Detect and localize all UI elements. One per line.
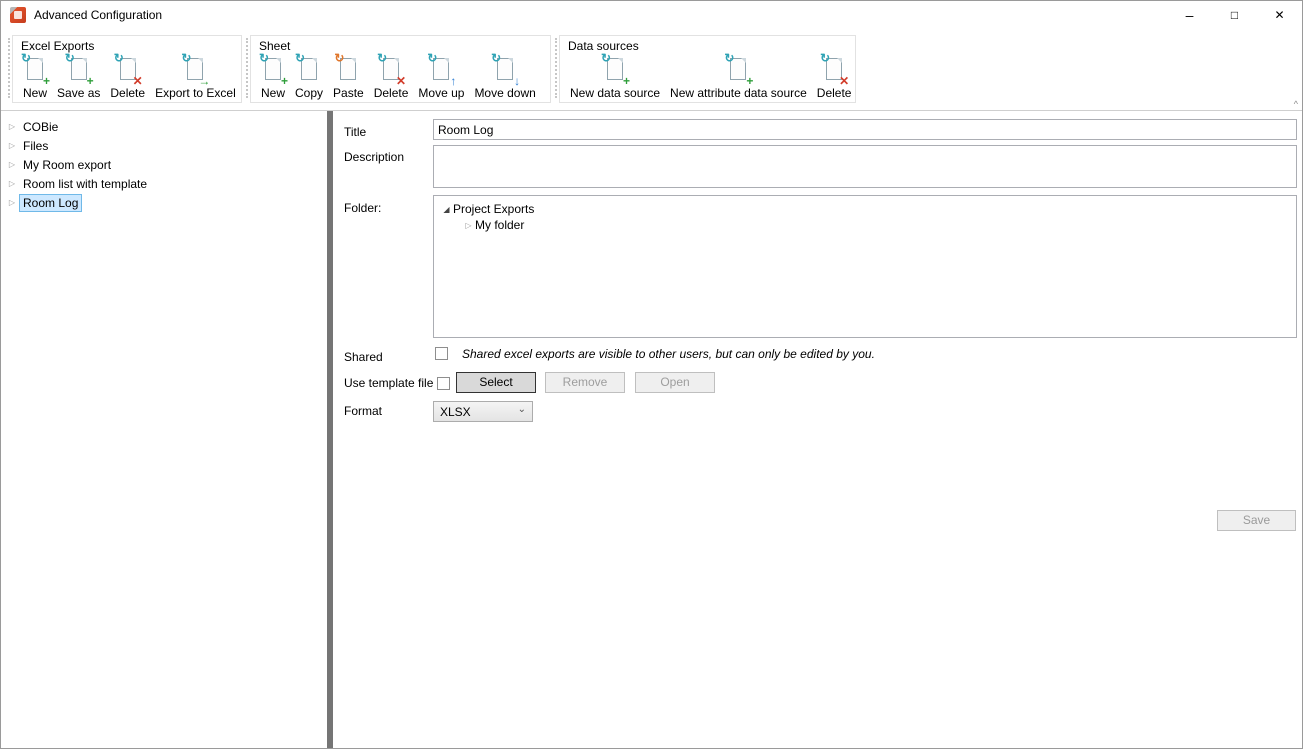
sheet-move-up-button[interactable]: ↻↑ Move up (413, 55, 469, 102)
excel-new-button[interactable]: ↻+ New (18, 55, 52, 102)
format-value: XLSX (440, 405, 471, 419)
expand-arrow-icon[interactable]: ▷ (5, 160, 19, 169)
title-bar: Advanced Configuration (0, 0, 1303, 30)
excel-save-as-button[interactable]: ↻+ Save as (52, 55, 105, 102)
excel-delete-button[interactable]: ↻✕ Delete (105, 55, 150, 102)
title-label: Title (344, 125, 366, 139)
paste-icon: ↻ (336, 57, 360, 83)
expand-arrow-icon[interactable]: ▷ (5, 122, 19, 131)
minimize-button[interactable]: – (1167, 0, 1212, 30)
expand-arrow-icon[interactable]: ▷ (5, 141, 19, 150)
delete-data-source-icon: ↻✕ (822, 57, 846, 83)
new-sheet-icon: ↻+ (261, 57, 285, 83)
description-label: Description (344, 150, 404, 164)
expand-arrow-icon[interactable]: ▷ (5, 179, 19, 188)
panel-splitter[interactable] (327, 111, 333, 749)
collapse-arrow-icon[interactable]: ◢ (440, 205, 453, 214)
new-data-source-button[interactable]: ↻+ New data source (565, 55, 665, 102)
sheet-delete-button[interactable]: ↻✕ Delete (369, 55, 414, 102)
toolbar-grip[interactable] (555, 38, 557, 98)
export-tree-panel: ▷ COBie ▷ Files ▷ My Room export ▷ Room … (0, 111, 327, 749)
save-as-icon: ↻+ (67, 57, 91, 83)
close-button[interactable]: ✕ (1257, 0, 1302, 30)
export-to-excel-button[interactable]: ↻→ Export to Excel (150, 55, 241, 102)
folder-tree: ◢ Project Exports ▷ My folder (433, 195, 1297, 338)
chevron-down-icon: ⌄ (518, 405, 526, 415)
toolbar-grip[interactable] (8, 38, 10, 98)
sheet-move-down-button[interactable]: ↻↓ Move down (469, 55, 540, 102)
tree-item-room-log[interactable]: ▷ Room Log (0, 193, 327, 212)
use-template-file-checkbox[interactable] (437, 377, 450, 390)
shared-hint-text: Shared excel exports are visible to othe… (462, 347, 875, 361)
app-icon (10, 7, 26, 23)
move-down-icon: ↻↓ (493, 57, 517, 83)
delete-data-source-button[interactable]: ↻✕ Delete (812, 55, 857, 102)
close-icon: ✕ (1274, 8, 1284, 22)
description-input[interactable] (433, 145, 1297, 188)
folder-node-my-folder[interactable]: ▷ My folder (462, 217, 524, 233)
sheet-new-button[interactable]: ↻+ New (256, 55, 290, 102)
expand-arrow-icon[interactable]: ▷ (462, 221, 475, 230)
save-button[interactable]: Save (1217, 510, 1296, 531)
toolbar-group-data-sources: Data sources ↻+ New data source ↻+ New a… (559, 35, 856, 103)
copy-icon: ↻ (297, 57, 321, 83)
new-data-source-icon: ↻+ (603, 57, 627, 83)
sheet-paste-button[interactable]: ↻ Paste (328, 55, 369, 102)
delete-sheet-icon: ↻✕ (379, 57, 403, 83)
new-document-icon: ↻+ (23, 57, 47, 83)
shared-label: Shared (344, 350, 383, 364)
new-attribute-data-source-icon: ↻+ (726, 57, 750, 83)
delete-document-icon: ↻✕ (116, 57, 140, 83)
toolbar-ribbon: Excel Exports ↻+ New ↻+ Save as ↻✕ Delet… (0, 30, 1303, 111)
format-dropdown[interactable]: XLSX ⌄ (433, 401, 533, 422)
ribbon-collapse-chevron[interactable]: ^ (1294, 99, 1298, 109)
maximize-icon: □ (1231, 8, 1238, 22)
maximize-button[interactable]: □ (1212, 0, 1257, 30)
minimize-icon: – (1186, 7, 1194, 23)
tree-item-files[interactable]: ▷ Files (0, 136, 327, 155)
toolbar-grip[interactable] (246, 38, 248, 98)
window-title: Advanced Configuration (34, 8, 162, 22)
tree-item-cobie[interactable]: ▷ COBie (0, 117, 327, 136)
select-template-button[interactable]: Select (456, 372, 536, 393)
folder-label: Folder: (344, 201, 381, 215)
use-template-file-label: Use template file (344, 376, 433, 390)
new-attribute-data-source-button[interactable]: ↻+ New attribute data source (665, 55, 812, 102)
shared-checkbox[interactable] (435, 347, 448, 360)
group-label: Excel Exports (21, 39, 236, 53)
open-template-button[interactable]: Open (635, 372, 715, 393)
expand-arrow-icon[interactable]: ▷ (5, 198, 19, 207)
title-input[interactable] (433, 119, 1297, 140)
export-to-excel-icon: ↻→ (183, 57, 207, 83)
tree-item-my-room-export[interactable]: ▷ My Room export (0, 155, 327, 174)
toolbar-group-sheet: Sheet ↻+ New ↻ Copy ↻ Paste ↻✕ Delete ↻↑… (250, 35, 551, 103)
window-controls: – □ ✕ (1167, 0, 1302, 30)
tree-item-room-list-with-template[interactable]: ▷ Room list with template (0, 174, 327, 193)
remove-template-button[interactable]: Remove (545, 372, 625, 393)
folder-node-project-exports[interactable]: ◢ Project Exports (440, 201, 534, 217)
format-label: Format (344, 404, 382, 418)
toolbar-group-excel-exports: Excel Exports ↻+ New ↻+ Save as ↻✕ Delet… (12, 35, 242, 103)
move-up-icon: ↻↑ (429, 57, 453, 83)
sheet-copy-button[interactable]: ↻ Copy (290, 55, 328, 102)
